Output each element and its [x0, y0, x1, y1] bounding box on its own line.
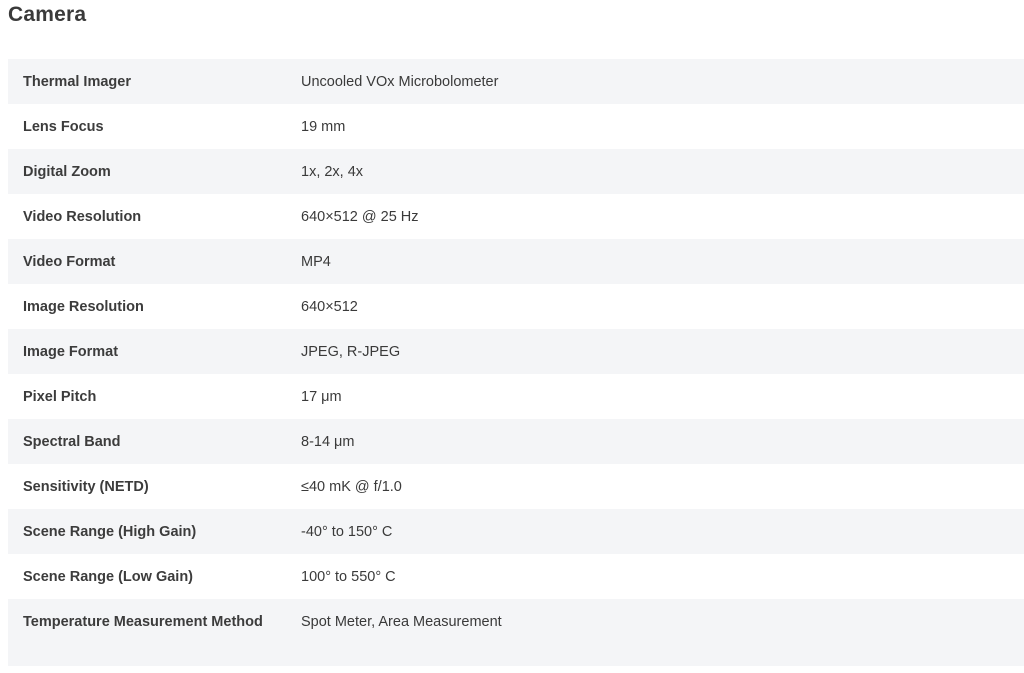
spec-row-digital-zoom: Digital Zoom 1x, 2x, 4x — [8, 149, 1024, 194]
spec-label: Thermal Imager — [23, 74, 131, 90]
spec-value: 8-14 μm — [301, 434, 355, 450]
spec-value: JPEG, R-JPEG — [301, 344, 401, 360]
spec-label: Scene Range (High Gain) — [23, 524, 197, 540]
spec-value: 640×512 — [301, 299, 358, 315]
camera-specs-table: Thermal Imager Uncooled VOx Microbolomet… — [8, 59, 1024, 666]
spec-row-scene-range-low-gain: Scene Range (Low Gain) 100° to 550° C — [8, 554, 1024, 599]
spec-value: Uncooled VOx Microbolometer — [301, 74, 499, 90]
spec-value: 100° to 550° C — [301, 569, 396, 585]
spec-value: 640×512 @ 25 Hz — [301, 209, 419, 225]
spec-label: Lens Focus — [23, 119, 104, 135]
spec-value: 1x, 2x, 4x — [301, 164, 364, 180]
spec-row-video-format: Video Format MP4 — [8, 239, 1024, 284]
spec-label: Video Format — [23, 254, 116, 270]
spec-label: Spectral Band — [23, 434, 121, 450]
spec-row-spectral-band: Spectral Band 8-14 μm — [8, 419, 1024, 464]
spec-row-lens-focus: Lens Focus 19 mm — [8, 104, 1024, 149]
spec-row-image-resolution: Image Resolution 640×512 — [8, 284, 1024, 329]
spec-value: MP4 — [301, 254, 331, 270]
spec-value: 17 μm — [301, 389, 342, 405]
spec-row-thermal-imager: Thermal Imager Uncooled VOx Microbolomet… — [8, 59, 1024, 104]
spec-value: ≤40 mK @ f/1.0 — [301, 479, 402, 495]
spec-row-image-format: Image Format JPEG, R-JPEG — [8, 329, 1024, 374]
spec-value: Spot Meter, Area Measurement — [301, 614, 502, 630]
spec-label: Video Resolution — [23, 209, 142, 225]
spec-label: Image Format — [23, 344, 119, 360]
spec-row-temperature-measurement-method: Temperature Measurement Method Spot Mete… — [8, 599, 1024, 666]
spec-label: Sensitivity (NETD) — [23, 479, 149, 495]
spec-label: Digital Zoom — [23, 164, 111, 180]
spec-label: Scene Range (Low Gain) — [23, 569, 193, 585]
spec-value: 19 mm — [301, 119, 346, 135]
spec-label: Temperature Measurement Method — [23, 614, 263, 630]
spec-row-scene-range-high-gain: Scene Range (High Gain) -40° to 150° C — [8, 509, 1024, 554]
spec-row-sensitivity: Sensitivity (NETD) ≤40 mK @ f/1.0 — [8, 464, 1024, 509]
spec-label: Pixel Pitch — [23, 389, 97, 405]
spec-row-video-resolution: Video Resolution 640×512 @ 25 Hz — [8, 194, 1024, 239]
spec-value: -40° to 150° C — [301, 524, 393, 540]
spec-row-pixel-pitch: Pixel Pitch 17 μm — [8, 374, 1024, 419]
spec-label: Image Resolution — [23, 299, 144, 315]
section-title: Camera — [8, 3, 87, 26]
